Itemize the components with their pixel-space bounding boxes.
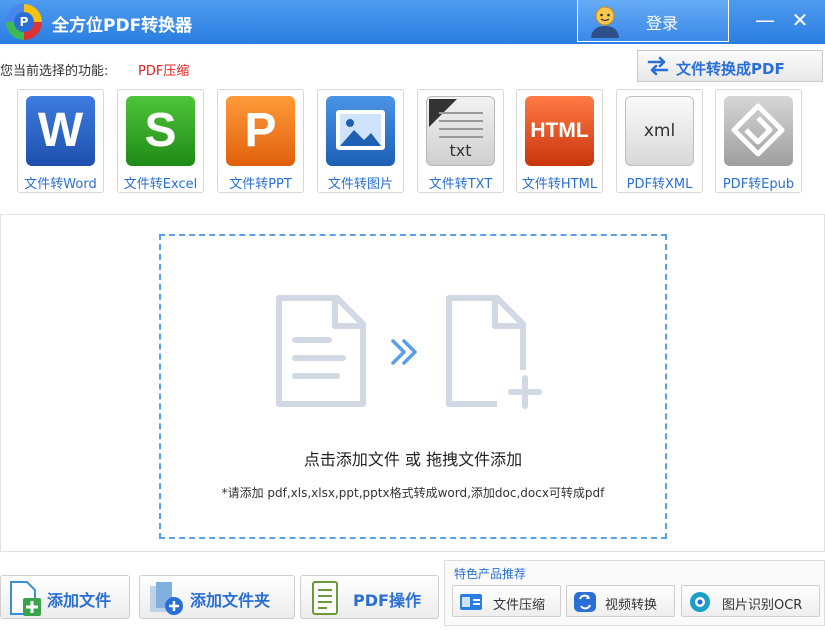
excel-icon-letter: S bbox=[144, 104, 177, 157]
pdf-operations-label: PDF操作 bbox=[353, 591, 421, 610]
tool-xml[interactable]: xml PDF转XML bbox=[616, 89, 703, 193]
word-icon-letter: W bbox=[37, 104, 84, 157]
double-arrow-icon bbox=[391, 339, 417, 365]
app-logo-icon: P bbox=[6, 4, 42, 40]
txt-icon-text: txt bbox=[449, 141, 472, 160]
ppt-icon-letter: P bbox=[244, 104, 277, 157]
featured-ocr-label: 图片识别OCR bbox=[722, 598, 803, 613]
pdf-operations-icon bbox=[312, 581, 338, 615]
featured-ocr-button[interactable]: 图片识别OCR bbox=[681, 585, 820, 617]
tool-ppt[interactable]: P 文件转PPT bbox=[217, 89, 304, 193]
add-folder-icon bbox=[150, 582, 183, 615]
login-button[interactable]: 登录 bbox=[577, 0, 729, 42]
pdf-operations-button[interactable]: PDF操作 bbox=[300, 575, 439, 619]
app-logo-letter: P bbox=[14, 12, 34, 32]
tool-ppt-label: 文件转PPT bbox=[229, 177, 292, 192]
drop-zone-main-text: 点击添加文件 或 拖拽文件添加 bbox=[303, 450, 523, 469]
title-bar: P 全方位PDF转换器 登录 — ✕ bbox=[0, 0, 825, 44]
source-document-icon bbox=[276, 295, 366, 407]
tool-epub[interactable]: PDF转Epub bbox=[715, 89, 802, 193]
featured-products-title: 特色产品推荐 bbox=[454, 567, 527, 581]
drop-zone-hint-text: *请添加 pdf,xls,xlsx,ppt,pptx格式转成word,添加doc… bbox=[221, 486, 605, 500]
convert-document-icon bbox=[276, 295, 542, 409]
add-folder-label: 添加文件夹 bbox=[190, 591, 271, 610]
minimize-button[interactable]: — bbox=[751, 6, 779, 34]
featured-video-label: 视频转换 bbox=[605, 598, 658, 613]
featured-video-button[interactable]: 视频转换 bbox=[566, 585, 675, 617]
add-file-button[interactable]: 添加文件 bbox=[0, 575, 130, 619]
current-function-label: 您当前选择的功能: bbox=[0, 64, 109, 79]
excel-icon: S bbox=[126, 96, 195, 166]
tool-txt[interactable]: txt 文件转TXT bbox=[417, 89, 504, 193]
tool-excel[interactable]: S 文件转Excel bbox=[117, 89, 204, 193]
file-drop-zone[interactable]: 点击添加文件 或 拖拽文件添加 *请添加 pdf,xls,xlsx,ppt,pp… bbox=[159, 234, 667, 539]
xml-icon-text: xml bbox=[643, 121, 676, 141]
word-icon: W bbox=[26, 96, 95, 166]
swap-arrows-icon bbox=[647, 56, 669, 76]
file-compress-icon bbox=[460, 594, 482, 610]
login-label: 登录 bbox=[646, 14, 679, 33]
epub-icon bbox=[724, 96, 793, 166]
target-document-add-icon bbox=[446, 295, 542, 409]
image-icon bbox=[326, 96, 395, 166]
close-button[interactable]: ✕ bbox=[786, 6, 814, 34]
tool-txt-label: 文件转TXT bbox=[428, 177, 493, 192]
current-function-value: PDF压缩 bbox=[138, 64, 190, 79]
image-ocr-icon bbox=[690, 592, 710, 612]
tool-xml-label: PDF转XML bbox=[626, 177, 693, 192]
xml-icon: xml bbox=[625, 96, 694, 166]
tool-html[interactable]: HTML 文件转HTML bbox=[516, 89, 603, 193]
tool-image[interactable]: 文件转图片 bbox=[317, 89, 404, 193]
add-folder-button[interactable]: 添加文件夹 bbox=[139, 575, 295, 619]
tool-html-label: 文件转HTML bbox=[521, 177, 598, 192]
user-avatar-icon bbox=[591, 6, 619, 38]
tool-word-label: 文件转Word bbox=[24, 177, 97, 192]
featured-compress-button[interactable]: 文件压缩 bbox=[452, 585, 561, 617]
tool-word[interactable]: W 文件转Word bbox=[17, 89, 104, 193]
tool-excel-label: 文件转Excel bbox=[123, 177, 198, 192]
add-file-label: 添加文件 bbox=[47, 591, 112, 610]
video-convert-icon bbox=[574, 592, 596, 612]
html-icon: HTML bbox=[525, 96, 594, 166]
tool-epub-label: PDF转Epub bbox=[722, 177, 795, 192]
convert-to-pdf-label: 文件转换成PDF bbox=[676, 60, 785, 78]
ppt-icon: P bbox=[226, 96, 295, 166]
epub-diamond-icon bbox=[731, 103, 785, 157]
add-file-icon bbox=[10, 581, 41, 616]
picture-icon bbox=[336, 110, 385, 150]
app-title: 全方位PDF转换器 bbox=[52, 16, 193, 36]
convert-to-pdf-button[interactable]: 文件转换成PDF bbox=[637, 50, 823, 82]
txt-icon: txt bbox=[426, 96, 495, 166]
tool-image-label: 文件转图片 bbox=[327, 177, 393, 192]
html-icon-text: HTML bbox=[530, 119, 589, 142]
featured-compress-label: 文件压缩 bbox=[493, 598, 546, 613]
